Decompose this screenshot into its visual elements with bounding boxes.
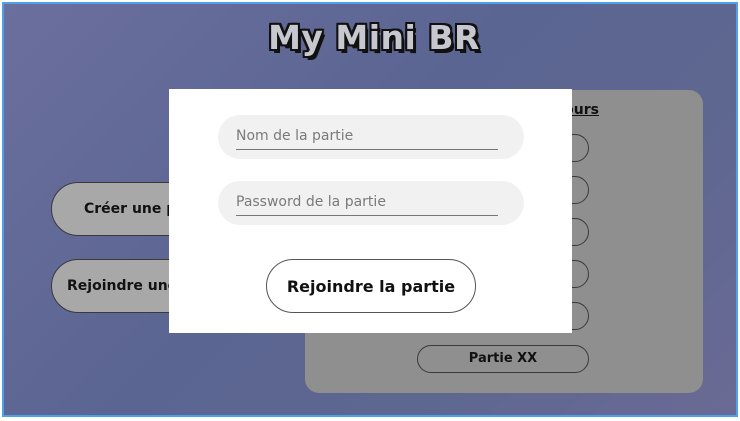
join-game-submit-button[interactable]: Rejoindre la partie: [266, 259, 476, 313]
join-game-dialog: Rejoindre la partie: [169, 89, 572, 333]
game-password-input[interactable]: [236, 189, 498, 216]
game-name-input[interactable]: [236, 123, 498, 150]
game-list-item[interactable]: Partie XX: [417, 345, 589, 373]
join-game-submit-label: Rejoindre la partie: [286, 276, 456, 296]
app-title: My Mini BR: [268, 18, 480, 57]
game-list-item-label: Partie XX: [468, 351, 538, 366]
game-name-field: [218, 115, 524, 159]
app-window: My Mini BR Créer une partie Rejoindre un…: [2, 2, 738, 417]
game-password-field: [218, 181, 524, 225]
